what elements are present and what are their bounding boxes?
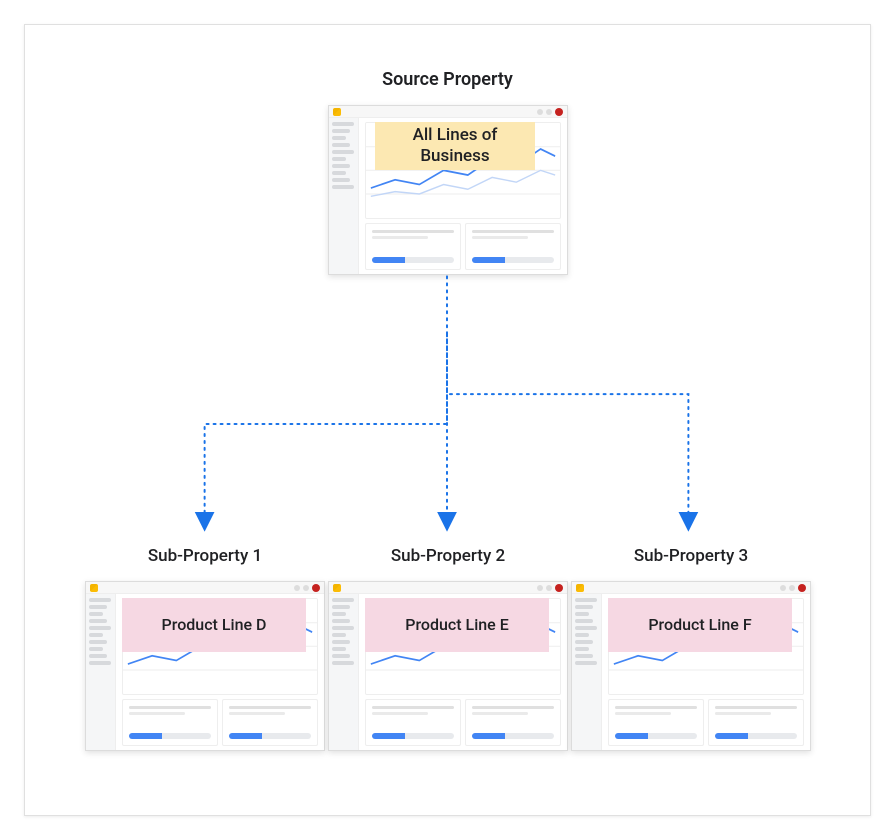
thumb-topbar: [329, 106, 567, 118]
source-thumbnail: All Lines of Business: [328, 105, 568, 275]
sub-property-2-thumbnail: Product Line E: [328, 581, 568, 751]
avatar-icon: [312, 584, 320, 592]
analytics-logo-icon: [333, 584, 341, 592]
analytics-logo-icon: [90, 584, 98, 592]
sub-property-2-title: Sub-Property 2: [338, 546, 558, 566]
topbar-dot-icon: [537, 585, 543, 591]
topbar-dot-icon: [537, 109, 543, 115]
diagram-canvas: Source Property: [0, 0, 895, 840]
avatar-icon: [555, 584, 563, 592]
sub-property-3-title: Sub-Property 3: [581, 546, 801, 566]
topbar-dot-icon: [546, 109, 552, 115]
analytics-logo-icon: [333, 108, 341, 116]
thumb-sidebar: [329, 118, 359, 274]
connector-right: [447, 334, 688, 524]
avatar-icon: [555, 108, 563, 116]
topbar-dot-icon: [303, 585, 309, 591]
source-overlay-label: All Lines of Business: [375, 122, 535, 170]
sub-1-overlay-label: Product Line D: [122, 598, 306, 652]
thumb-metric-card: [365, 223, 461, 270]
diagram-frame: Source Property: [24, 24, 871, 816]
sub-property-1-thumbnail: Product Line D: [85, 581, 325, 751]
topbar-dot-icon: [789, 585, 795, 591]
topbar-dot-icon: [780, 585, 786, 591]
sub-3-overlay-label: Product Line F: [608, 598, 792, 652]
analytics-logo-icon: [576, 584, 584, 592]
avatar-icon: [798, 584, 806, 592]
topbar-dot-icon: [546, 585, 552, 591]
sub-property-1-title: Sub-Property 1: [95, 546, 315, 566]
topbar-dot-icon: [294, 585, 300, 591]
sub-property-3-thumbnail: Product Line F: [571, 581, 811, 751]
sub-2-overlay-label: Product Line E: [365, 598, 549, 652]
connector-left: [205, 334, 447, 524]
source-property-title: Source Property: [25, 69, 870, 90]
thumb-metric-card: [465, 223, 561, 270]
